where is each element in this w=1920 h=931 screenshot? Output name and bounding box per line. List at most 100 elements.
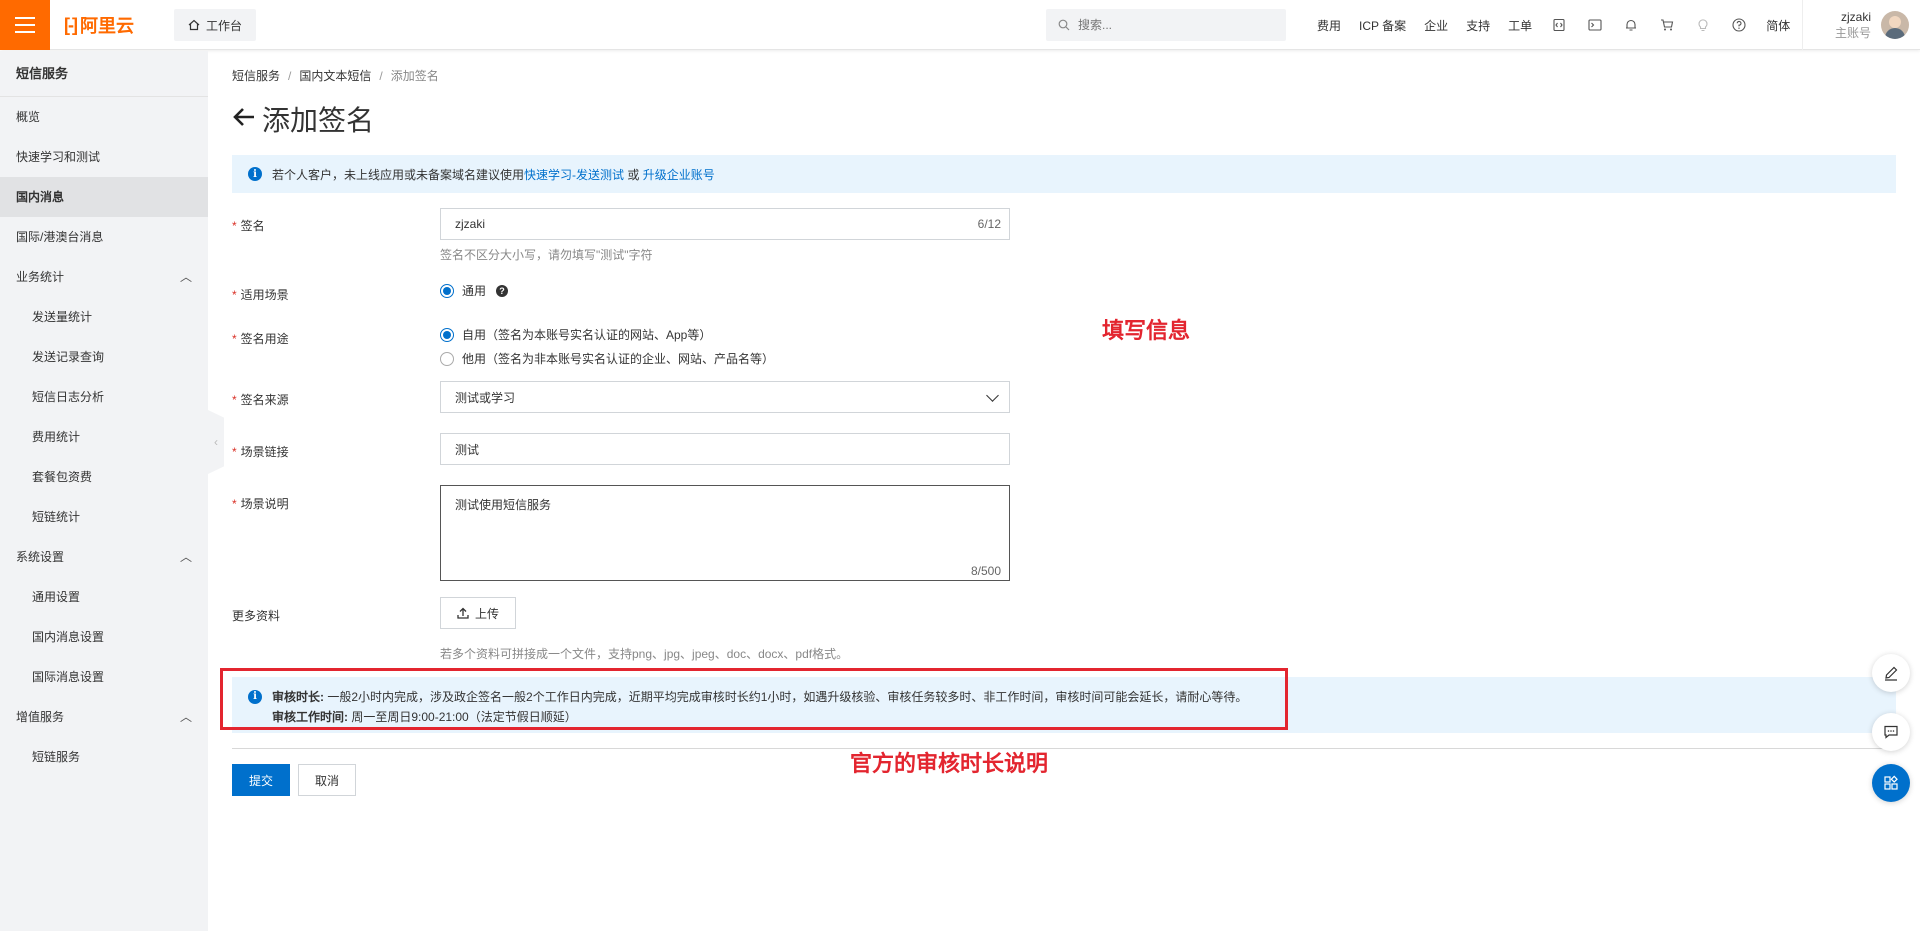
cart-icon[interactable] (1649, 0, 1685, 50)
upload-icon (457, 607, 469, 619)
sidebar-group-value-added[interactable]: 增值服务 ︿ (0, 697, 208, 737)
sidebar-group-label: 系统设置 (16, 550, 65, 564)
scene-desc-textarea[interactable]: 测试使用短信服务 8/500 (440, 485, 1010, 581)
divider (232, 748, 1896, 749)
sidebar-item-domestic-settings[interactable]: 国内消息设置 (0, 617, 208, 657)
radio-empty-icon (440, 351, 454, 366)
source-select[interactable]: 测试或学习 (440, 381, 1010, 413)
sidebar-item-shortlink-service[interactable]: 短链服务 (0, 737, 208, 777)
search-input[interactable] (1078, 18, 1268, 32)
page-title-text: 添加签名 (262, 105, 375, 136)
signature-input[interactable]: zjzaki 6/12 (440, 208, 1010, 240)
user-menu[interactable]: zjzaki 主账号 (1802, 0, 1910, 50)
workbench-button[interactable]: 工作台 (174, 9, 257, 41)
avatar[interactable] (1881, 11, 1910, 39)
sidebar-item-log-analysis[interactable]: 短信日志分析 (0, 377, 208, 417)
sidebar-item-send-records[interactable]: 发送记录查询 (0, 337, 208, 377)
sidebar-item-domestic[interactable]: 国内消息 (0, 177, 208, 217)
nav-support[interactable]: 支持 (1457, 17, 1499, 34)
review-hours-text: 周一至周日9:00-21:00（法定节假日顺延） (351, 710, 577, 724)
cancel-button[interactable]: 取消 (298, 764, 356, 796)
sidebar-group-label: 业务统计 (16, 270, 65, 284)
sidebar-title: 短信服务 (0, 51, 208, 97)
search-box[interactable] (1046, 9, 1286, 41)
logo-bracket-icon: [-] (64, 14, 78, 35)
review-time-text: 一般2小时内完成，涉及政企签名一般2个工作日内完成，近期平均完成审核时长约1小时… (327, 690, 1248, 704)
user-info: zjzaki 主账号 (1835, 9, 1871, 41)
sidebar-item-send-volume[interactable]: 发送量统计 (0, 297, 208, 337)
chevron-up-icon: ︿ (179, 270, 192, 284)
radio-selected-icon (440, 283, 454, 298)
search-icon (1058, 19, 1070, 31)
sidebar-collapse-handle[interactable]: ‹ (208, 410, 224, 474)
chat-icon (1884, 725, 1898, 739)
chevron-left-icon: ‹ (214, 435, 218, 449)
sidebar: 短信服务 概览 快速学习和测试 国内消息 国际/港澳台消息 业务统计 ︿ 发送量统… (0, 51, 208, 931)
upgrade-link[interactable]: 升级企业账号 (643, 168, 715, 182)
sidebar-group-stats[interactable]: 业务统计 ︿ (0, 257, 208, 297)
lightbulb-icon[interactable] (1685, 0, 1721, 50)
home-icon (188, 19, 200, 31)
nav-icp[interactable]: ICP 备案 (1350, 17, 1415, 34)
sidebar-item-international[interactable]: 国际/港澳台消息 (0, 217, 208, 257)
edit-float-button[interactable] (1872, 654, 1910, 692)
breadcrumb: 短信服务 / 国内文本短信 / 添加签名 (232, 69, 439, 83)
more-label: 更多资料 (232, 609, 281, 623)
sidebar-item-intl-settings[interactable]: 国际消息设置 (0, 657, 208, 697)
signature-hint: 签名不区分大小写，请勿填写"测试"字符 (440, 248, 653, 262)
usage-radio-other[interactable]: 他用（签名为非本账号实名认证的企业、网站、产品名等） (440, 350, 774, 367)
sidebar-item-general-settings[interactable]: 通用设置 (0, 577, 208, 617)
back-arrow-icon[interactable] (232, 106, 256, 132)
sidebar-item-package[interactable]: 套餐包资费 (0, 457, 208, 497)
user-name: zjzaki (1841, 10, 1872, 24)
breadcrumb-domestic-text[interactable]: 国内文本短信 (299, 69, 371, 83)
top-bar: [-] 阿里云 工作台 费用 ICP 备案 企业 支持 工单 简体 zjzaki… (0, 0, 1920, 50)
logo[interactable]: [-] 阿里云 (64, 13, 134, 37)
apps-float-button[interactable] (1872, 764, 1910, 802)
review-banner: i 审核时长: 一般2小时内完成，涉及政企签名一般2个工作日内完成，近期平均完成… (232, 677, 1896, 733)
apps-grid-icon (1884, 775, 1898, 790)
bell-icon[interactable] (1613, 0, 1649, 50)
upload-hint: 若多个资料可拼接成一个文件，支持png、jpg、jpeg、doc、docx、pd… (440, 647, 849, 661)
usage-radio-self[interactable]: 自用（签名为本账号实名认证的网站、App等） (440, 326, 711, 343)
chat-float-button[interactable] (1872, 713, 1910, 751)
submit-button[interactable]: 提交 (232, 764, 290, 796)
nav-ticket[interactable]: 工单 (1499, 17, 1541, 34)
terminal-icon[interactable] (1577, 0, 1613, 50)
breadcrumb-current: 添加签名 (390, 69, 439, 83)
nav-fees[interactable]: 费用 (1308, 17, 1350, 34)
sidebar-group-label: 增值服务 (16, 710, 65, 724)
sidebar-item-shortlink-stats[interactable]: 短链统计 (0, 497, 208, 537)
info-banner: i 若个人客户，未上线应用或未备案域名建议使用快速学习-发送测试 或 升级企业账… (232, 155, 1896, 193)
nav-enterprise[interactable]: 企业 (1415, 17, 1457, 34)
quickstart-link[interactable]: 快速学习-发送测试 (524, 168, 624, 182)
upload-button[interactable]: 上传 (440, 597, 517, 629)
language-switch[interactable]: 简体 (1757, 17, 1799, 34)
sidebar-item-overview[interactable]: 概览 (0, 97, 208, 137)
help-icon[interactable] (1721, 0, 1757, 50)
user-role: 主账号 (1835, 26, 1872, 40)
scene-label: * 适用场景 (232, 288, 289, 302)
menu-icon[interactable] (0, 0, 50, 50)
scene-link-input[interactable]: 测试 (440, 433, 1010, 465)
info-icon: i (248, 167, 262, 181)
sidebar-item-quickstart[interactable]: 快速学习和测试 (0, 137, 208, 177)
review-time-title: 审核时长: (272, 690, 324, 704)
info-text: 若个人客户，未上线应用或未备案域名建议使用快速学习-发送测试 或 升级企业账号 (272, 167, 715, 182)
question-icon[interactable]: ? (496, 284, 509, 297)
breadcrumb-sms[interactable]: 短信服务 (232, 69, 280, 83)
scene-radio-general[interactable]: 通用 ? (440, 282, 509, 299)
chevron-up-icon: ︿ (179, 550, 192, 564)
scene-link-label: * 场景链接 (232, 445, 289, 459)
signature-count: 6/12 (977, 217, 1001, 231)
scene-desc-label: * 场景说明 (232, 497, 289, 511)
radio-selected-icon (440, 327, 454, 342)
info-icon: i (248, 690, 262, 704)
workbench-label: 工作台 (206, 18, 243, 33)
code-icon[interactable] (1541, 0, 1577, 50)
sidebar-group-settings[interactable]: 系统设置 ︿ (0, 537, 208, 577)
logo-text: 阿里云 (79, 16, 134, 36)
edit-icon (1885, 666, 1898, 681)
sidebar-item-fee-stats[interactable]: 费用统计 (0, 417, 208, 457)
top-nav: 费用 ICP 备案 企业 支持 工单 简体 (1308, 0, 1799, 50)
